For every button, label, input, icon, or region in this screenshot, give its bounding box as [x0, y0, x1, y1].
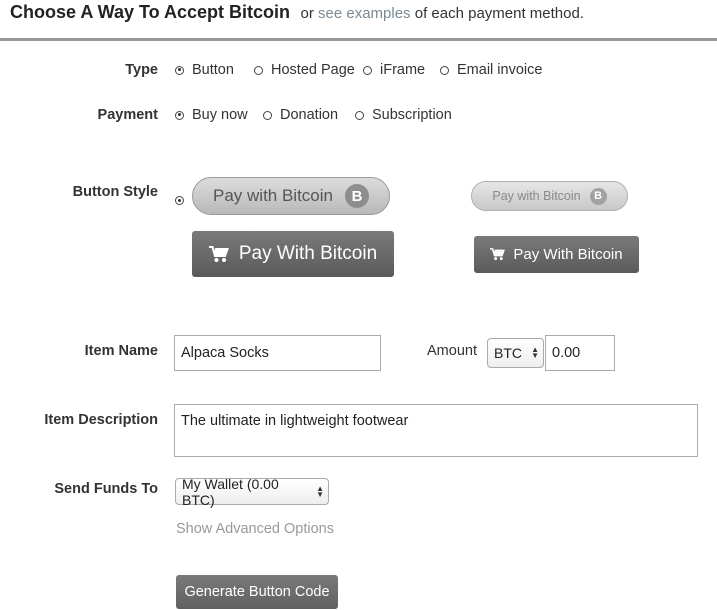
currency-value: BTC	[494, 345, 522, 361]
style-preview-label: Pay with Bitcoin	[492, 189, 581, 203]
type-label: Type	[125, 62, 158, 78]
radio-icon[interactable]	[254, 65, 263, 75]
type-option-label: Hosted Page	[271, 62, 355, 78]
item-description-label: Item Description	[44, 412, 158, 428]
payment-option-label: Donation	[280, 107, 339, 123]
radio-icon[interactable]	[355, 110, 364, 120]
type-option-email-invoice[interactable]: Email invoice	[440, 62, 542, 78]
style-preview-small-dark[interactable]: Pay With Bitcoin	[474, 236, 639, 273]
item-name-input[interactable]	[174, 335, 381, 371]
see-examples-link[interactable]: see examples	[318, 5, 411, 22]
style-preview-label: Pay With Bitcoin	[238, 243, 378, 264]
select-arrows-icon: ▲ ▼	[531, 345, 539, 360]
style-preview-small-pill[interactable]: Pay with Bitcoin B	[471, 181, 628, 211]
payment-option-donation[interactable]: Donation	[263, 107, 338, 123]
payment-option-subscription[interactable]: Subscription	[355, 107, 452, 123]
payment-option-label: Buy now	[192, 107, 248, 123]
radio-icon[interactable]	[363, 65, 372, 75]
page-subtitle: or see examples of each payment method.	[300, 5, 584, 22]
amount-label: Amount	[427, 343, 477, 359]
style-preview-large-pill[interactable]: Pay with Bitcoin B	[192, 177, 390, 215]
type-option-label: Button	[192, 62, 234, 78]
page-header: Choose A Way To Accept Bitcoin or see ex…	[10, 0, 584, 24]
radio-icon[interactable]	[263, 110, 272, 120]
style-preview-large-dark[interactable]: Pay With Bitcoin	[192, 231, 394, 277]
cart-icon	[208, 245, 229, 263]
item-description-textarea[interactable]: The ultimate in lightweight footwear	[174, 404, 698, 457]
type-option-hosted-page[interactable]: Hosted Page	[254, 62, 355, 78]
payment-option-label: Subscription	[372, 107, 452, 123]
cart-icon	[490, 248, 506, 261]
subtitle-pre: or	[300, 5, 314, 22]
generate-button-code-button[interactable]: Generate Button Code	[176, 575, 338, 609]
send-funds-label: Send Funds To	[54, 481, 158, 497]
button-style-label: Button Style	[72, 184, 158, 200]
send-funds-value: My Wallet (0.00 BTC)	[182, 475, 279, 508]
show-advanced-options-link[interactable]: Show Advanced Options	[176, 521, 334, 537]
radio-icon[interactable]	[175, 65, 184, 75]
type-option-iframe[interactable]: iFrame	[363, 62, 425, 78]
page-title: Choose A Way To Accept Bitcoin	[10, 2, 291, 22]
amount-input[interactable]	[545, 335, 615, 371]
currency-select[interactable]: BTC ▲ ▼	[487, 338, 544, 368]
select-arrows-icon: ▲ ▼	[316, 483, 324, 499]
type-option-label: Email invoice	[457, 62, 543, 78]
type-option-label: iFrame	[380, 62, 426, 78]
bitcoin-icon: B	[589, 187, 607, 205]
payment-option-buy-now[interactable]: Buy now	[175, 107, 248, 123]
radio-icon[interactable]	[440, 65, 449, 75]
style-preview-label: Pay With Bitcoin	[513, 246, 623, 263]
send-funds-select[interactable]: My Wallet (0.00 BTC) ▲ ▼	[175, 475, 329, 508]
subtitle-post: of each payment method.	[414, 5, 585, 22]
style-preview-label: Pay with Bitcoin	[213, 186, 333, 205]
bitcoin-icon: B	[345, 184, 369, 208]
radio-icon[interactable]	[175, 110, 184, 120]
item-name-label: Item Name	[84, 343, 158, 359]
style-radio-large-pill[interactable]	[175, 196, 184, 205]
type-option-button[interactable]: Button	[175, 62, 234, 78]
payment-label: Payment	[97, 107, 158, 123]
header-divider	[0, 38, 717, 41]
